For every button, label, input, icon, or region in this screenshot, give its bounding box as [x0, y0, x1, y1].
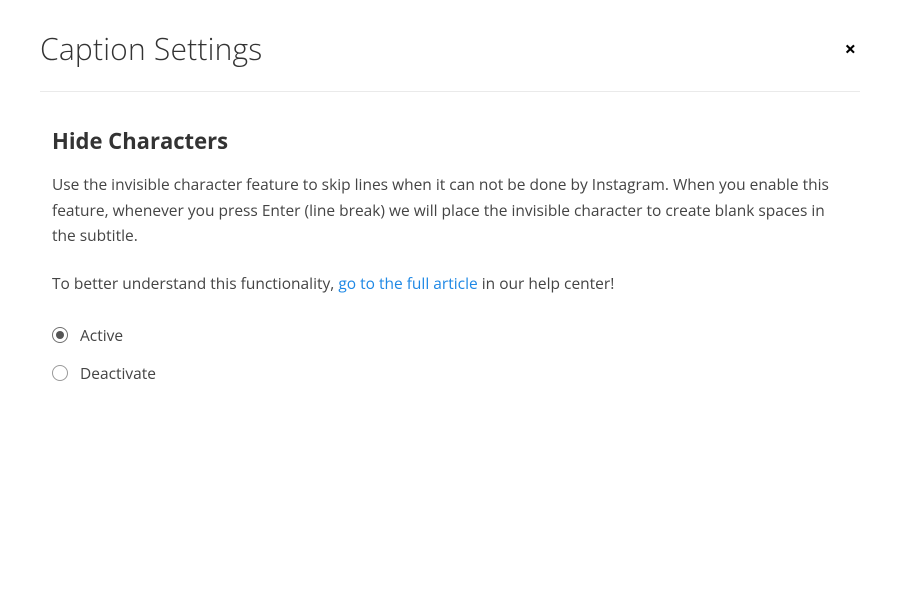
radio-option-active[interactable]: Active [52, 324, 848, 346]
help-article-link[interactable]: go to the full article [338, 272, 477, 294]
hide-characters-radio-group: Active Deactivate [52, 324, 848, 384]
modal-header: Caption Settings × [40, 0, 860, 92]
page-title: Caption Settings [40, 28, 262, 69]
radio-icon [52, 365, 68, 381]
section-heading: Hide Characters [52, 126, 848, 156]
help-suffix: in our help center! [478, 272, 615, 294]
radio-option-deactivate[interactable]: Deactivate [52, 362, 848, 384]
close-icon[interactable]: × [841, 35, 860, 63]
radio-dot-icon [56, 331, 64, 339]
radio-label-deactivate: Deactivate [80, 362, 156, 384]
help-prefix: To better understand this functionality, [52, 272, 338, 294]
radio-icon [52, 327, 68, 343]
caption-settings-modal: Caption Settings × Hide Characters Use t… [0, 0, 900, 384]
help-text: To better understand this functionality,… [52, 271, 848, 297]
section-description: Use the invisible character feature to s… [52, 172, 848, 249]
modal-content: Hide Characters Use the invisible charac… [40, 92, 860, 384]
radio-label-active: Active [80, 324, 123, 346]
